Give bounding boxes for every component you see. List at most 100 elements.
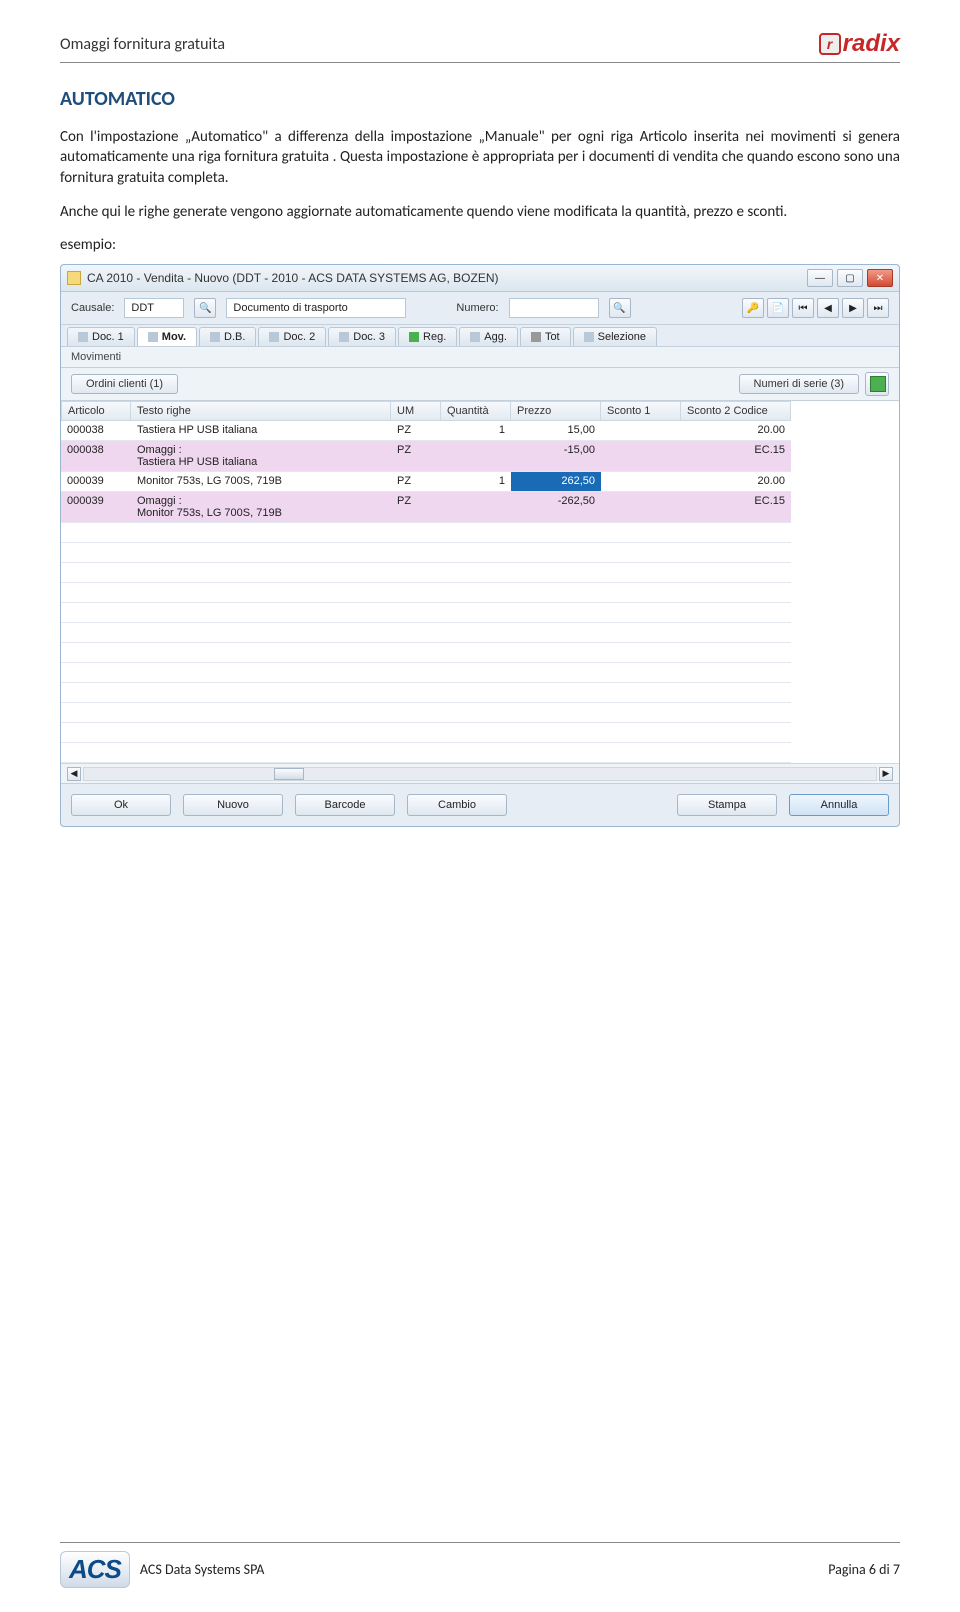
table-row-empty[interactable] (61, 563, 899, 583)
nav-first-button[interactable]: ⏮ (792, 298, 814, 318)
cell-empty[interactable] (681, 683, 791, 703)
cell-empty[interactable] (61, 723, 131, 743)
cell-empty[interactable] (61, 703, 131, 723)
nav-next-button[interactable]: ▶ (842, 298, 864, 318)
table-row[interactable]: 000038Omaggi : Tastiera HP USB italianaP… (61, 441, 899, 472)
cell-s2[interactable]: 20.00 (681, 421, 791, 441)
cell-empty[interactable] (681, 663, 791, 683)
cell-empty[interactable] (61, 743, 131, 763)
cell-prezzo[interactable]: -262,50 (511, 492, 601, 523)
causale-lookup-button[interactable]: 🔍 (194, 298, 216, 318)
cell-q[interactable] (441, 492, 511, 523)
cell-empty[interactable] (441, 583, 511, 603)
cell-empty[interactable] (131, 703, 391, 723)
column-header[interactable]: Articolo (61, 401, 131, 421)
table-row-empty[interactable] (61, 623, 899, 643)
cell-empty[interactable] (511, 743, 601, 763)
cell-empty[interactable] (391, 743, 441, 763)
cell-s1[interactable] (601, 472, 681, 492)
cambio-button[interactable]: Cambio (407, 794, 507, 816)
cell-empty[interactable] (681, 703, 791, 723)
cell-s1[interactable] (601, 441, 681, 472)
column-header[interactable]: Quantità (441, 401, 511, 421)
cell-empty[interactable] (681, 523, 791, 543)
tab-doc-1[interactable]: Doc. 1 (67, 327, 135, 346)
maximize-button[interactable]: ▢ (837, 269, 863, 287)
nav-prev-button[interactable]: ◀ (817, 298, 839, 318)
cell-empty[interactable] (511, 563, 601, 583)
minimize-button[interactable]: — (807, 269, 833, 287)
cell-empty[interactable] (61, 563, 131, 583)
tab-selezione[interactable]: Selezione (573, 327, 657, 346)
cell-empty[interactable] (681, 603, 791, 623)
nuovo-button[interactable]: Nuovo (183, 794, 283, 816)
cell-prezzo[interactable]: 262,50 (511, 472, 601, 492)
cell-empty[interactable] (511, 703, 601, 723)
cell-empty[interactable] (61, 683, 131, 703)
table-row-empty[interactable] (61, 603, 899, 623)
cell-empty[interactable] (601, 603, 681, 623)
cell-empty[interactable] (441, 743, 511, 763)
cell-prezzo[interactable]: 15,00 (511, 421, 601, 441)
cell-art[interactable]: 000038 (61, 441, 131, 472)
causale-field[interactable]: DDT (124, 298, 184, 318)
cell-empty[interactable] (441, 703, 511, 723)
stampa-button[interactable]: Stampa (677, 794, 777, 816)
cell-empty[interactable] (61, 583, 131, 603)
cell-empty[interactable] (391, 563, 441, 583)
cell-empty[interactable] (391, 543, 441, 563)
annulla-button[interactable]: Annulla (789, 794, 889, 816)
column-header[interactable]: Sconto 2 Codice (681, 401, 791, 421)
cell-empty[interactable] (441, 663, 511, 683)
cell-s1[interactable] (601, 421, 681, 441)
cell-empty[interactable] (131, 723, 391, 743)
cell-art[interactable]: 000038 (61, 421, 131, 441)
tab-mov-[interactable]: Mov. (137, 327, 197, 346)
cell-art[interactable]: 000039 (61, 472, 131, 492)
table-row-empty[interactable] (61, 583, 899, 603)
nav-last-button[interactable]: ⏭ (867, 298, 889, 318)
cell-empty[interactable] (391, 583, 441, 603)
cell-empty[interactable] (131, 663, 391, 683)
table-row[interactable]: 000039Omaggi : Monitor 753s, LG 700S, 71… (61, 492, 899, 523)
tool-key-icon[interactable]: 🔑 (742, 298, 764, 318)
cell-empty[interactable] (131, 643, 391, 663)
cell-empty[interactable] (131, 623, 391, 643)
barcode-button[interactable]: Barcode (295, 794, 395, 816)
cell-empty[interactable] (61, 663, 131, 683)
ok-button[interactable]: Ok (71, 794, 171, 816)
cell-empty[interactable] (61, 543, 131, 563)
table-row-empty[interactable] (61, 523, 899, 543)
cell-empty[interactable] (511, 523, 601, 543)
cell-testo[interactable]: Omaggi : Tastiera HP USB italiana (131, 441, 391, 472)
cell-empty[interactable] (441, 643, 511, 663)
numeri-serie-button[interactable]: Numeri di serie (3) (739, 374, 859, 394)
close-button[interactable]: ✕ (867, 269, 893, 287)
column-header[interactable]: Sconto 1 (601, 401, 681, 421)
numero-field[interactable] (509, 298, 599, 318)
table-row-empty[interactable] (61, 663, 899, 683)
cell-empty[interactable] (601, 523, 681, 543)
numero-lookup-button[interactable]: 🔍 (609, 298, 631, 318)
cell-um[interactable]: PZ (391, 421, 441, 441)
cell-empty[interactable] (391, 663, 441, 683)
cell-empty[interactable] (391, 703, 441, 723)
cell-empty[interactable] (61, 603, 131, 623)
scroll-left-button[interactable]: ◀ (67, 767, 81, 781)
cell-um[interactable]: PZ (391, 492, 441, 523)
cell-empty[interactable] (511, 683, 601, 703)
cell-empty[interactable] (441, 683, 511, 703)
cell-empty[interactable] (391, 603, 441, 623)
scroll-thumb[interactable] (274, 768, 304, 780)
ordini-clienti-button[interactable]: Ordini clienti (1) (71, 374, 178, 394)
cell-empty[interactable] (131, 603, 391, 623)
cell-empty[interactable] (601, 703, 681, 723)
cell-empty[interactable] (441, 563, 511, 583)
cell-empty[interactable] (601, 583, 681, 603)
tab-d-b-[interactable]: D.B. (199, 327, 256, 346)
cell-testo[interactable]: Omaggi : Monitor 753s, LG 700S, 719B (131, 492, 391, 523)
cell-empty[interactable] (511, 623, 601, 643)
cell-s2[interactable]: EC.15 (681, 492, 791, 523)
cell-s1[interactable] (601, 492, 681, 523)
tool-doc-icon[interactable]: 📄 (767, 298, 789, 318)
